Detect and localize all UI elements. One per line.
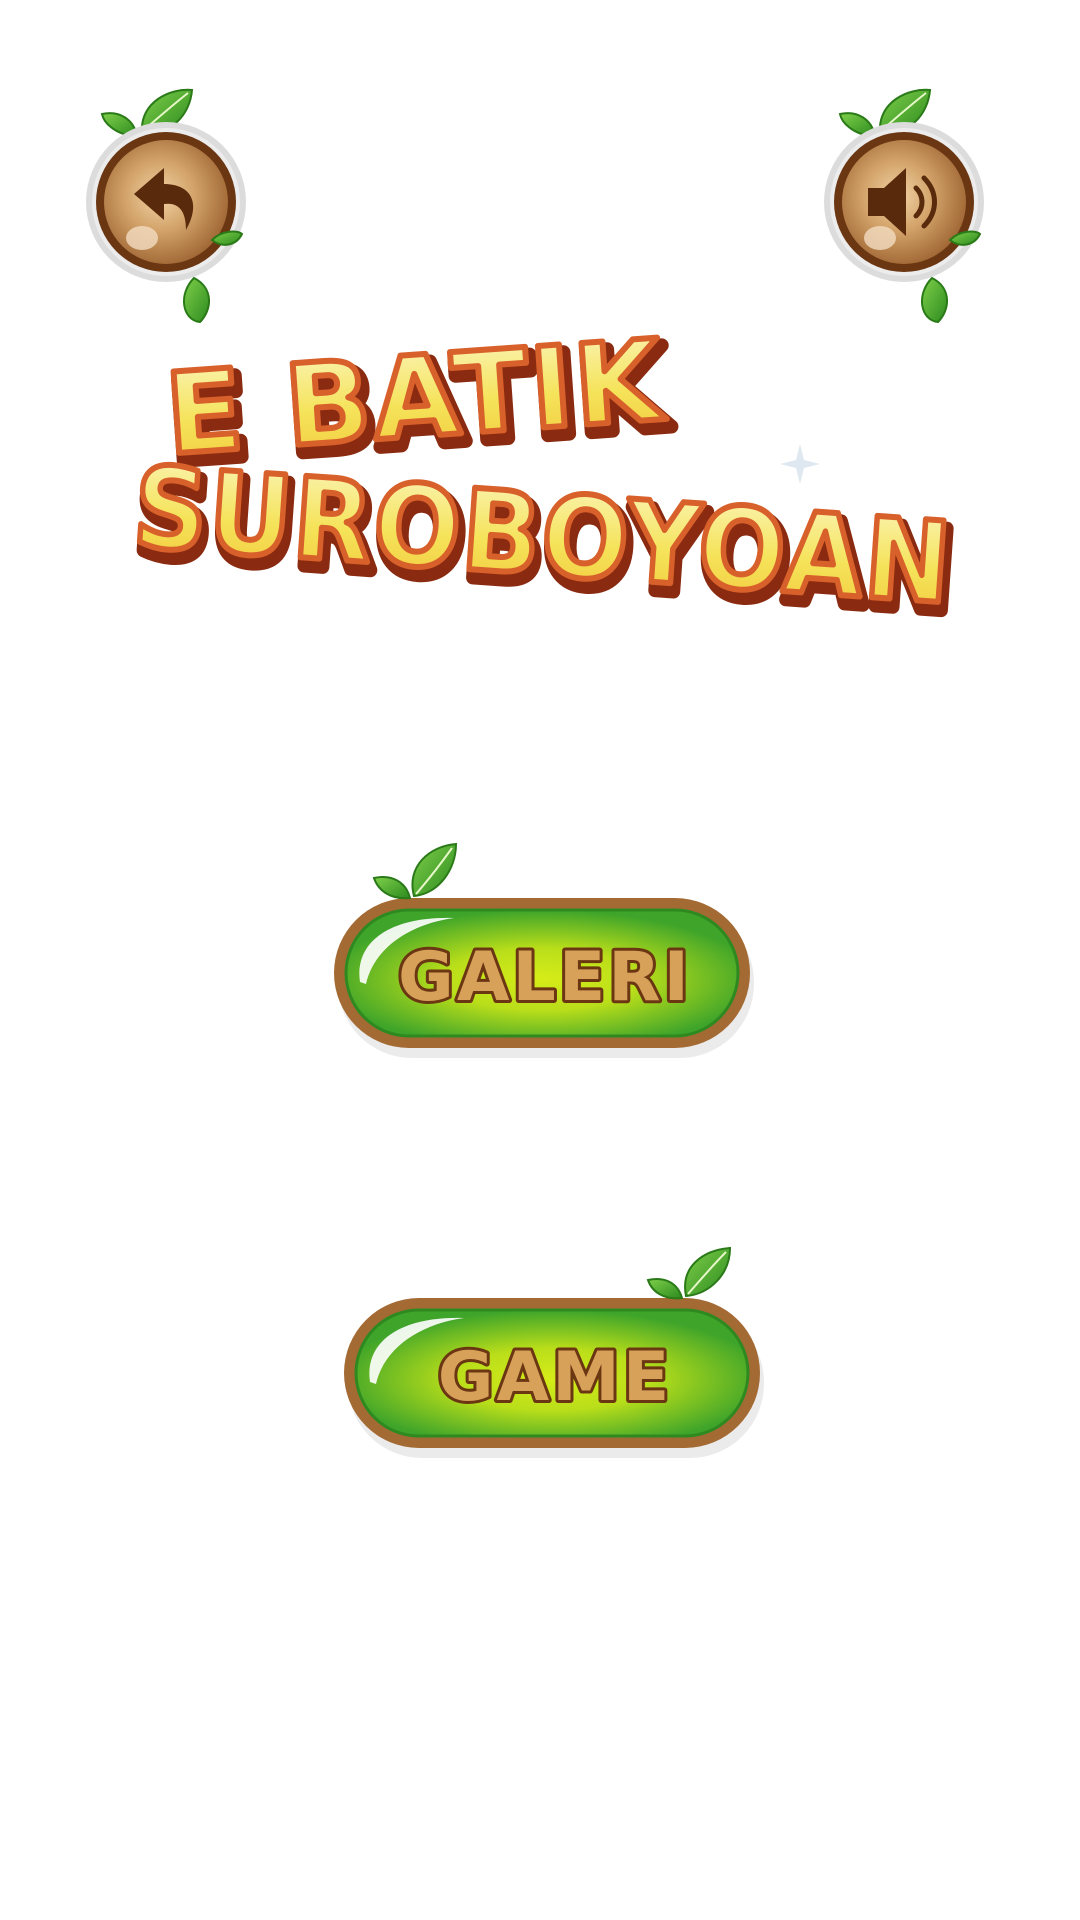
title-graphic: E BATIK E BATIK SUROBOYOAN SUROBOYOAN (126, 320, 967, 640)
back-button[interactable] (82, 84, 252, 324)
leaf-icon (646, 1246, 732, 1300)
game-button[interactable]: GAME (340, 1246, 770, 1466)
galeri-button-label: GALERI (398, 938, 692, 1017)
game-button-label: GAME (438, 1338, 673, 1417)
main-menu-screen: E BATIK E BATIK SUROBOYOAN SUROBOYOAN GA… (0, 0, 1080, 1920)
sparkle-icon (780, 444, 820, 484)
galeri-button-graphic: GALERI (334, 842, 754, 1058)
game-button-graphic: GAME (344, 1246, 764, 1458)
sound-button[interactable] (820, 84, 990, 324)
galeri-button[interactable]: GALERI (330, 838, 760, 1058)
leaf-icon (372, 842, 458, 900)
sound-button-graphic (824, 88, 984, 324)
back-button-graphic (86, 88, 246, 324)
game-title: E BATIK E BATIK SUROBOYOAN SUROBOYOAN (100, 320, 980, 640)
